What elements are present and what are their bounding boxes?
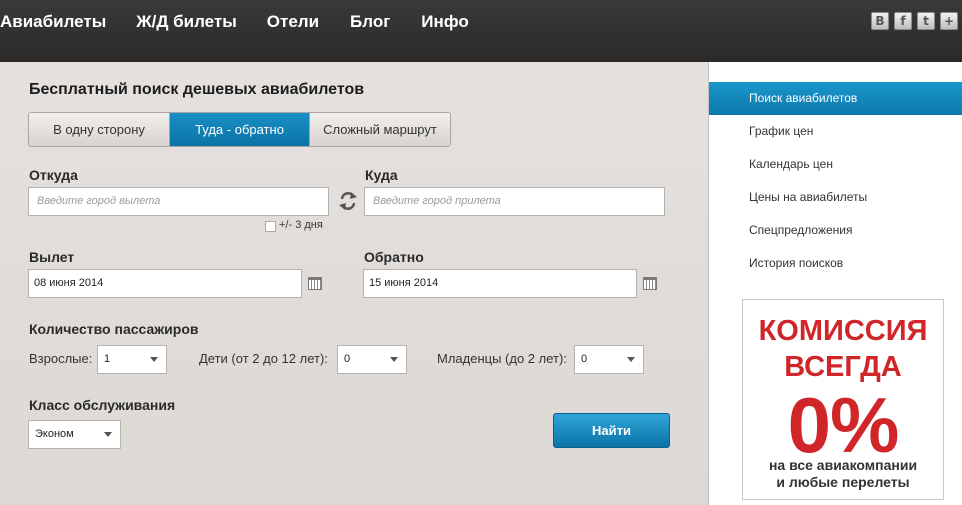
depart-calendar-icon[interactable] [308, 277, 322, 290]
sidebar-item-flight-search[interactable]: Поиск авиабилетов [709, 82, 962, 115]
sidebar-item-price-calendar[interactable]: Календарь цен [709, 148, 962, 181]
trip-type-tabs: В одну сторону Туда - обратно Сложный ма… [28, 112, 451, 147]
return-label: Обратно [364, 249, 424, 265]
children-label: Дети (от 2 до 12 лет): [199, 351, 328, 366]
social-links: B f t + [871, 12, 958, 30]
vk-icon[interactable]: B [871, 12, 889, 30]
nav-item-info[interactable]: Инфо [421, 11, 469, 33]
tab-one-way[interactable]: В одну сторону [29, 113, 170, 146]
top-nav-bar: Авиабилеты Ж/Д билеты Отели Блог Инфо B … [0, 0, 962, 62]
children-select[interactable]: 0 [337, 345, 407, 374]
flex-dates-checkbox[interactable] [265, 221, 276, 232]
swap-icon[interactable] [338, 190, 358, 212]
adults-label: Взрослые: [29, 351, 93, 366]
nav-item-trains[interactable]: Ж/Д билеты [136, 11, 237, 33]
flex-dates-label: +/- 3 дня [279, 219, 323, 231]
sidebar-item-search-history[interactable]: История поисков [709, 247, 962, 280]
sidebar-item-special-offers[interactable]: Спецпредложения [709, 214, 962, 247]
return-date-field[interactable]: 15 июня 2014 [363, 269, 637, 298]
promo-banner[interactable]: КОМИССИЯ ВСЕГДА 0% на все авиакомпании и… [742, 299, 944, 500]
promo-headline: КОМИССИЯ [758, 315, 928, 347]
class-label: Класс обслуживания [29, 397, 176, 413]
to-field[interactable]: Введите город прилета [364, 187, 665, 216]
sidebar-item-ticket-prices[interactable]: Цены на авиабилеты [709, 181, 962, 214]
passengers-title: Количество пассажиров [29, 321, 199, 337]
facebook-icon[interactable]: f [894, 12, 912, 30]
infants-label: Младенцы (до 2 лет): [437, 351, 567, 366]
adults-select[interactable]: 1 [97, 345, 167, 374]
nav-item-hotels[interactable]: Отели [267, 11, 319, 33]
to-label: Куда [365, 167, 398, 183]
from-label: Откуда [29, 167, 78, 183]
nav-item-blog[interactable]: Блог [350, 11, 390, 33]
class-select[interactable]: Эконом [28, 420, 121, 449]
from-field[interactable]: Введите город вылета [28, 187, 329, 216]
promo-subtext-2: и любые перелеты [776, 474, 910, 490]
search-button[interactable]: Найти [553, 413, 670, 448]
return-calendar-icon[interactable] [643, 277, 657, 290]
page-title: Бесплатный поиск дешевых авиабилетов [29, 81, 365, 98]
tab-round-trip[interactable]: Туда - обратно [170, 113, 310, 146]
infants-select[interactable]: 0 [574, 345, 644, 374]
twitter-icon[interactable]: t [917, 12, 935, 30]
depart-date-field[interactable]: 08 июня 2014 [28, 269, 302, 298]
promo-subtext: на все авиакомпании [768, 457, 918, 473]
google-plus-icon[interactable]: + [940, 12, 958, 30]
sidebar-item-price-chart[interactable]: График цен [709, 115, 962, 148]
tab-multi-city[interactable]: Сложный маршрут [310, 113, 450, 146]
depart-label: Вылет [29, 249, 75, 265]
main-nav: Авиабилеты Ж/Д билеты Отели Блог Инфо [0, 11, 469, 33]
nav-item-flights[interactable]: Авиабилеты [0, 11, 106, 33]
